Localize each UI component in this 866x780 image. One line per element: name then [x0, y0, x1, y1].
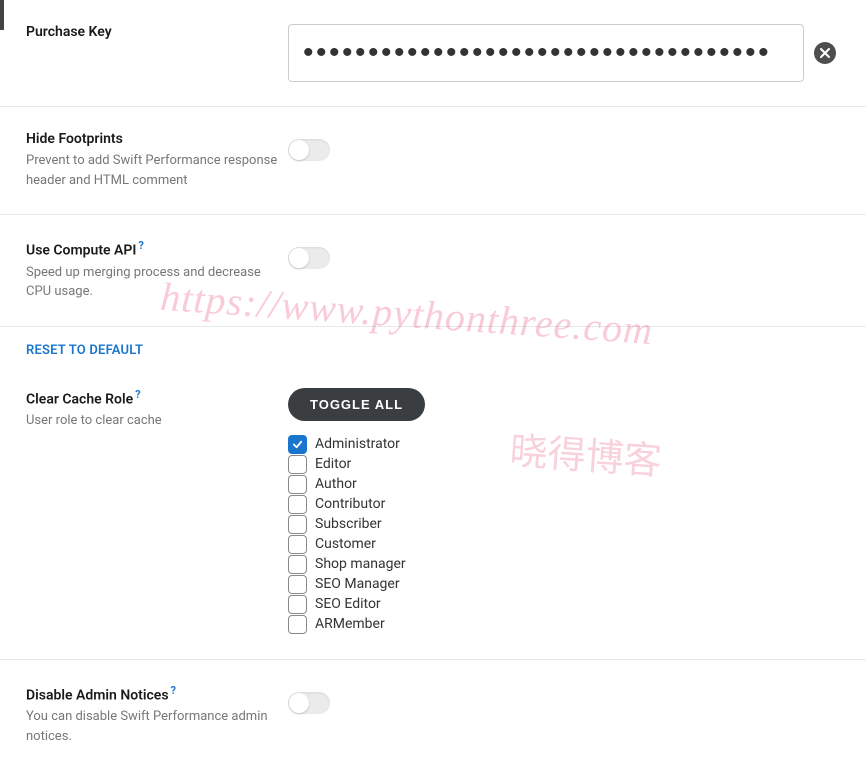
role-item: SEO Editor — [288, 595, 836, 614]
hide-footprints-toggle[interactable] — [288, 139, 330, 161]
disable-admin-notices-label: Disable Admin Notices? — [26, 684, 278, 704]
purchase-key-label: Purchase Key — [26, 24, 278, 40]
role-item: ARMember — [288, 615, 836, 634]
sidebar-indicator — [0, 0, 4, 30]
disable-admin-notices-desc: You can disable Swift Performance admin … — [26, 707, 278, 746]
role-label: Administrator — [315, 436, 400, 452]
role-checkbox[interactable] — [288, 435, 307, 454]
role-item: SEO Manager — [288, 575, 836, 594]
role-label: Customer — [315, 536, 376, 552]
role-checkbox[interactable] — [288, 595, 307, 614]
role-checkbox[interactable] — [288, 555, 307, 574]
clear-key-icon[interactable] — [814, 42, 836, 64]
clear-cache-role-label: Clear Cache Role? — [26, 388, 278, 408]
help-icon[interactable]: ? — [138, 239, 143, 252]
toggle-all-button[interactable]: TOGGLE ALL — [288, 388, 425, 421]
help-icon[interactable]: ? — [135, 388, 140, 401]
reset-to-default-link[interactable]: RESET TO DEFAULT — [0, 327, 866, 364]
role-checkbox[interactable] — [288, 475, 307, 494]
role-checkbox[interactable] — [288, 615, 307, 634]
use-compute-api-row: Use Compute API? Speed up merging proces… — [0, 215, 866, 327]
hide-footprints-desc: Prevent to add Swift Performance respons… — [26, 151, 278, 190]
role-label: Contributor — [315, 496, 385, 512]
use-compute-api-toggle[interactable] — [288, 247, 330, 269]
purchase-key-row: Purchase Key — [0, 0, 866, 107]
clear-cache-role-label-text: Clear Cache Role — [26, 391, 133, 407]
role-label: ARMember — [315, 616, 385, 632]
help-icon[interactable]: ? — [171, 684, 176, 697]
role-item: Subscriber — [288, 515, 836, 534]
role-checkbox[interactable] — [288, 515, 307, 534]
clear-cache-role-desc: User role to clear cache — [26, 411, 278, 431]
role-label: Subscriber — [315, 516, 382, 532]
use-compute-api-label-text: Use Compute API — [26, 243, 136, 259]
disable-admin-notices-row: Disable Admin Notices? You can disable S… — [0, 660, 866, 771]
disable-admin-notices-toggle[interactable] — [288, 692, 330, 714]
role-label: Author — [315, 476, 357, 492]
hide-footprints-row: Hide Footprints Prevent to add Swift Per… — [0, 107, 866, 215]
clear-cache-role-row: Clear Cache Role? User role to clear cac… — [0, 364, 866, 660]
role-item: Contributor — [288, 495, 836, 514]
role-item: Administrator — [288, 435, 836, 454]
role-item: Author — [288, 475, 836, 494]
role-label: SEO Editor — [315, 596, 381, 612]
role-list: Administrator Editor Author Contributor Subs… — [288, 435, 836, 634]
hide-footprints-label: Hide Footprints — [26, 131, 278, 147]
use-compute-api-desc: Speed up merging process and decrease CP… — [26, 263, 278, 302]
purchase-key-input[interactable] — [288, 24, 804, 82]
role-item: Editor — [288, 455, 836, 474]
role-item: Shop manager — [288, 555, 836, 574]
role-item: Customer — [288, 535, 836, 554]
role-checkbox[interactable] — [288, 535, 307, 554]
role-checkbox[interactable] — [288, 495, 307, 514]
role-label: Shop manager — [315, 556, 406, 572]
disable-admin-notices-label-text: Disable Admin Notices — [26, 687, 169, 703]
role-checkbox[interactable] — [288, 575, 307, 594]
role-label: SEO Manager — [315, 576, 400, 592]
use-compute-api-label: Use Compute API? — [26, 239, 278, 259]
role-checkbox[interactable] — [288, 455, 307, 474]
role-label: Editor — [315, 456, 351, 472]
